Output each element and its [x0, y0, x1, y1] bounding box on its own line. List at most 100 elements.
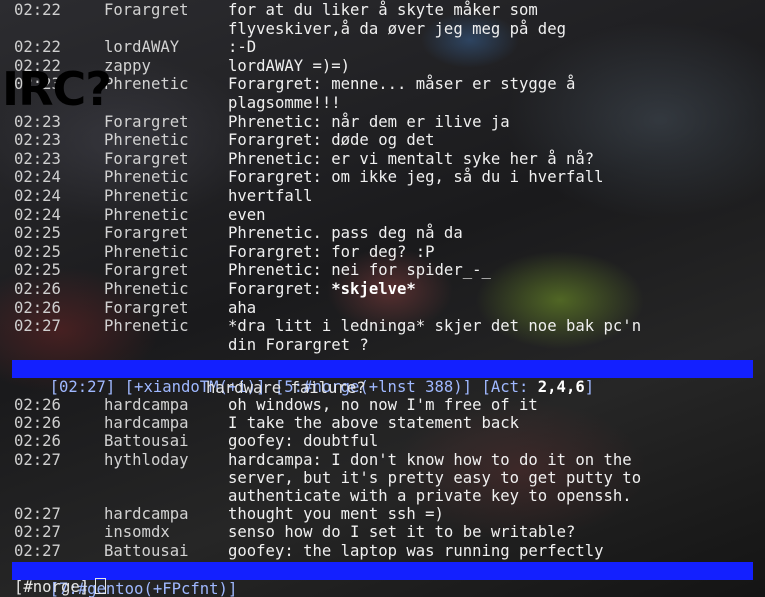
- message-continuation: plagsomme!!!: [228, 95, 341, 112]
- message-text: *dra litt i ledninga* skjer det noe bak …: [228, 318, 641, 335]
- message-body: flyveskiver,å da øver jeg meg på deg: [228, 19, 566, 38]
- message-text: thought you ment ssh =): [228, 506, 444, 523]
- message-line: 02:22 lordAWAY:-D: [0, 39, 765, 56]
- message-timestamp: 02:24: [14, 205, 61, 224]
- message-emphasis: *skjelve*: [331, 280, 416, 298]
- message-body: goofey: the laptop was running perfectly: [228, 541, 604, 560]
- message-nick[interactable]: hardcampa: [104, 415, 189, 432]
- message-continuation: din Forargret ?: [228, 336, 369, 354]
- message-body: even: [228, 205, 266, 224]
- message-timestamp: 02:22: [14, 1, 61, 19]
- message-nick[interactable]: Phrenetic: [104, 206, 189, 224]
- irc-terminal-window[interactable]: 02:22 Forargret for at du liker å skyte må…: [0, 0, 765, 597]
- message-nick[interactable]: Phrenetic: [104, 243, 189, 261]
- message-continuation: server, but it's pretty easy to get putt…: [228, 469, 641, 487]
- message-timestamp: 02:27: [14, 505, 61, 524]
- message-line: 02:26 Forargret aha: [0, 298, 765, 317]
- message-body: Phrenetic: nei for spider_-_: [228, 261, 491, 280]
- message-line: 02:24 Phrenetic Forargret: om ikke jeg, så…: [0, 169, 765, 186]
- message-line: 02:23 Forargret Phrenetic: er vi mentalt s…: [0, 150, 765, 168]
- message-line: 02:24 Phrenetic even: [0, 205, 765, 224]
- message-line: 02:23 Phrenetic Forargret: menne... måser …: [0, 76, 765, 93]
- message-line: 02:23 Phrenetic Forargret: døde og det: [0, 132, 765, 149]
- message-text: hardcampa: I don't know how to do it on …: [228, 451, 632, 469]
- message-line: plagsomme!!!: [0, 95, 765, 112]
- message-nick[interactable]: Phrenetic: [104, 169, 189, 186]
- message-timestamp: 02:24: [14, 168, 61, 187]
- message-line: authenticate with a private key to opens…: [0, 488, 765, 505]
- message-text: Forargret: døde og det: [228, 132, 435, 149]
- message-line: 02:26 hardcampa oh windows, no now I'm fre…: [0, 397, 765, 414]
- message-text: even: [228, 205, 266, 224]
- message-text: hvertfall: [228, 188, 313, 205]
- message-timestamp: 02:27: [14, 541, 61, 560]
- message-nick[interactable]: Battousai: [104, 542, 189, 560]
- message-timestamp: 02:27: [14, 523, 61, 542]
- message-line: 02:27 Battousai goofey: the laptop was run…: [0, 541, 765, 560]
- message-body: goofey: doubtful: [228, 432, 379, 451]
- message-text: goofey: the laptop was running perfectly: [228, 541, 604, 560]
- message-line: server, but it's pretty easy to get putt…: [0, 469, 765, 487]
- message-line: 02:25 Forargret Phrenetic. pass deg nå da: [0, 225, 765, 242]
- message-line: 02:24 Phrenetic hvertfall: [0, 188, 765, 205]
- message-timestamp: 02:25: [14, 242, 61, 261]
- irc-question-label: IRC?: [2, 62, 112, 116]
- message-nick[interactable]: Phrenetic: [104, 318, 189, 335]
- status-time: [02:27]: [49, 378, 116, 396]
- message-line: 02:26 Battousai goofey: doubtful: [0, 433, 765, 450]
- message-line: 02:25 Phrenetic Forargret: for deg? :P: [0, 242, 765, 261]
- message-body: Phrenetic: når dem er ilive ja: [228, 112, 510, 131]
- message-line: 02:26 Phrenetic Forargret: *skjelve*: [0, 281, 765, 298]
- message-line: din Forargret ?: [0, 336, 765, 354]
- message-nick[interactable]: hardcampa: [104, 397, 189, 414]
- message-nick[interactable]: zappy: [104, 57, 151, 75]
- input-prompt: [#norge]: [14, 578, 90, 596]
- message-body: aha: [228, 298, 257, 317]
- message-nick[interactable]: Forargret: [104, 2, 189, 19]
- message-timestamp: 02:23: [14, 112, 61, 131]
- message-nick[interactable]: Forargret: [104, 150, 189, 168]
- message-text: Forargret: menne... måser er stygge å: [228, 76, 575, 93]
- message-line: 02:23 Forargret Phrenetic: når dem er iliv…: [0, 112, 765, 131]
- message-nick[interactable]: hardcampa: [104, 506, 189, 523]
- message-timestamp: 02:27: [14, 317, 61, 336]
- message-body: oh windows, no now I'm free of it: [228, 396, 538, 414]
- message-nick[interactable]: Forargret: [104, 299, 189, 317]
- status-bar-gentoo: [7:#gentoo(+FPcfnt)]: [12, 562, 753, 597]
- message-text: Phrenetic: er vi mentalt syke her å nå?: [228, 150, 594, 168]
- message-timestamp: 02:26: [14, 298, 61, 317]
- message-nick[interactable]: Phrenetic: [104, 188, 189, 205]
- message-body: plagsomme!!!: [228, 94, 341, 112]
- message-timestamp: 02:26: [14, 432, 61, 451]
- message-line: 02:22 zappy lordAWAY =)=): [0, 57, 765, 75]
- message-nick[interactable]: insomdx: [104, 524, 170, 541]
- message-timestamp: 02:26: [14, 280, 61, 298]
- message-body: I take the above statement back: [228, 414, 520, 433]
- message-body: Forargret: menne... måser er stygge å: [228, 75, 576, 94]
- message-nick[interactable]: lordAWAY: [104, 39, 179, 56]
- status-activity-windows[interactable]: 2,4,6: [538, 378, 585, 396]
- message-line: 02:27 insomdx senso how do I set it to be …: [0, 524, 765, 541]
- message-nick[interactable]: Forargret: [104, 262, 189, 279]
- input-line[interactable]: [#norge]: [14, 578, 107, 596]
- message-timestamp: 02:26: [14, 396, 61, 414]
- message-line: 02:26 hardcampa I take the above statement…: [0, 415, 765, 432]
- message-continuation: authenticate with a private key to opens…: [228, 488, 632, 505]
- message-nick[interactable]: Forargret: [104, 225, 189, 242]
- message-nick[interactable]: Phrenetic: [104, 132, 189, 149]
- message-timestamp: 02:25: [14, 224, 61, 243]
- message-body: :-D: [228, 38, 257, 57]
- message-timestamp: 02:25: [14, 261, 61, 280]
- message-nick[interactable]: Battousai: [104, 433, 189, 450]
- message-text: Phrenetic: nei for spider_-_: [228, 262, 491, 279]
- status-bar-norge: [02:27] [+xiandoTM(+i)] [5:#norge(+lnst …: [12, 360, 753, 396]
- message-nick[interactable]: hythloday: [104, 451, 189, 469]
- message-nick[interactable]: Phrenetic: [104, 281, 189, 298]
- message-line: 02:27 Phrenetic *dra litt i ledninga* skje…: [0, 318, 765, 335]
- message-nick[interactable]: Phrenetic: [104, 76, 189, 93]
- message-nick[interactable]: Forargret: [104, 113, 189, 131]
- message-body: Forargret:: [228, 280, 332, 298]
- message-body: Forargret: døde og det: [228, 131, 435, 150]
- message-text: Forargret: for deg? :P: [228, 243, 435, 261]
- text-cursor[interactable]: [95, 578, 107, 594]
